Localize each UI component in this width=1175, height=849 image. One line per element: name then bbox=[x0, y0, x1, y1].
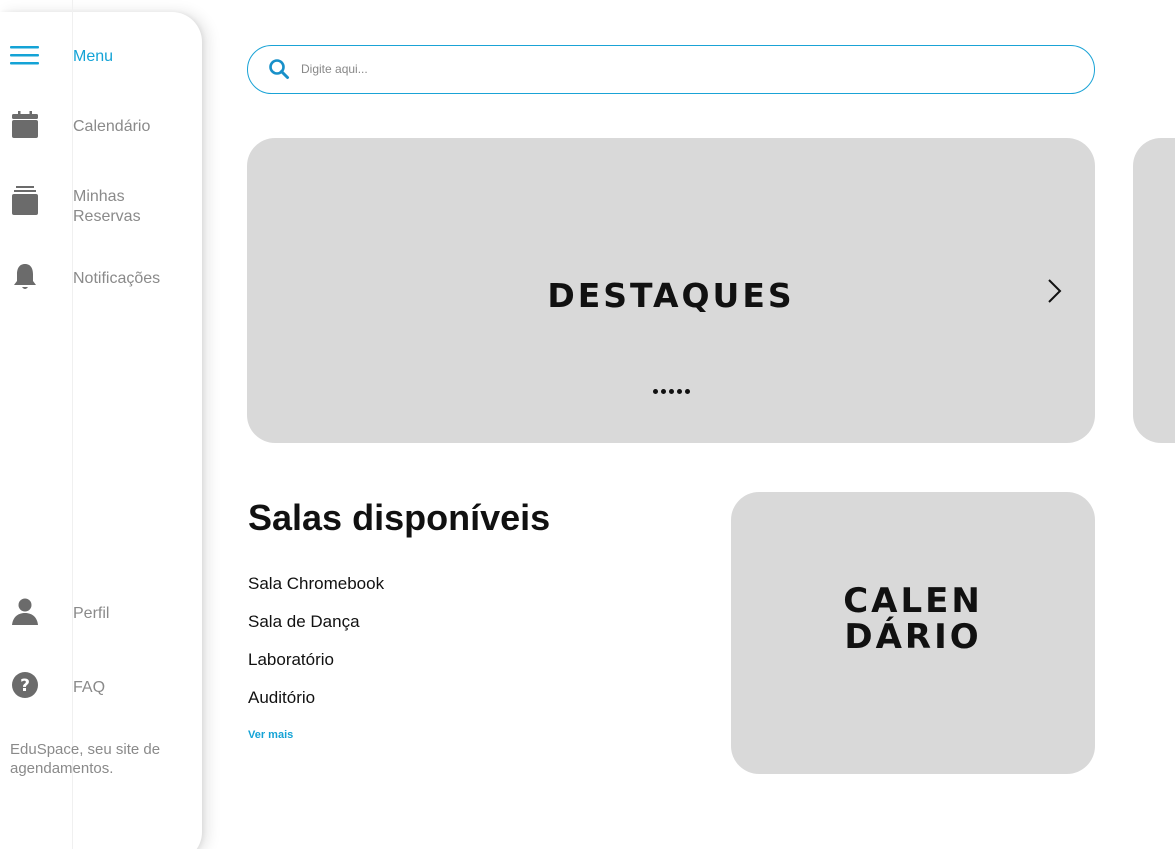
carousel-dot[interactable] bbox=[652, 389, 658, 394]
bell-icon bbox=[10, 262, 40, 292]
room-item[interactable]: Sala de Dança bbox=[248, 612, 360, 632]
banner-title: DESTAQUES bbox=[547, 276, 795, 315]
sidebar-item-label: Menu bbox=[73, 48, 114, 65]
calendar-card-text: CALEN DÁRIO bbox=[731, 583, 1095, 655]
calendar-card-line2: DÁRIO bbox=[844, 617, 982, 657]
user-icon bbox=[10, 596, 40, 626]
next-banner-peek[interactable] bbox=[1133, 138, 1175, 443]
room-item[interactable]: Sala Chromebook bbox=[248, 574, 384, 594]
search-icon[interactable] bbox=[268, 58, 290, 80]
room-item[interactable]: Laboratório bbox=[248, 650, 334, 670]
carousel-dots[interactable] bbox=[247, 381, 1095, 399]
sidebar-item-label: Minhas Reservas bbox=[73, 188, 141, 225]
hamburger-icon[interactable] bbox=[10, 40, 40, 70]
search-bar[interactable] bbox=[247, 45, 1095, 94]
highlights-banner[interactable]: DESTAQUES bbox=[247, 138, 1095, 443]
see-more-link[interactable]: Ver mais bbox=[248, 729, 293, 741]
sidebar-item-label: Calendário bbox=[73, 118, 151, 135]
rooms-title: Salas disponíveis bbox=[248, 497, 551, 538]
svg-text:?: ? bbox=[20, 676, 30, 696]
question-icon: ? bbox=[10, 670, 40, 700]
reservations-icon bbox=[10, 186, 40, 216]
room-item[interactable]: Auditório bbox=[248, 688, 315, 708]
search-input[interactable] bbox=[301, 56, 1061, 82]
carousel-dot[interactable] bbox=[660, 389, 666, 394]
sidebar-item-label: Perfil bbox=[73, 605, 110, 622]
calendar-card-line1: CALEN bbox=[843, 581, 983, 621]
sidebar-item-label: FAQ bbox=[73, 679, 106, 696]
sidebar-tagline: EduSpace, seu site de agendamentos. bbox=[10, 741, 161, 777]
calendar-card[interactable]: CALEN DÁRIO bbox=[731, 492, 1095, 774]
sidebar-item-label: Notificações bbox=[73, 270, 161, 287]
calendar-icon bbox=[10, 110, 40, 140]
chevron-right-icon[interactable] bbox=[1043, 278, 1067, 304]
carousel-dot[interactable] bbox=[676, 389, 682, 394]
carousel-dot[interactable] bbox=[668, 389, 674, 394]
carousel-dot[interactable] bbox=[684, 389, 690, 394]
